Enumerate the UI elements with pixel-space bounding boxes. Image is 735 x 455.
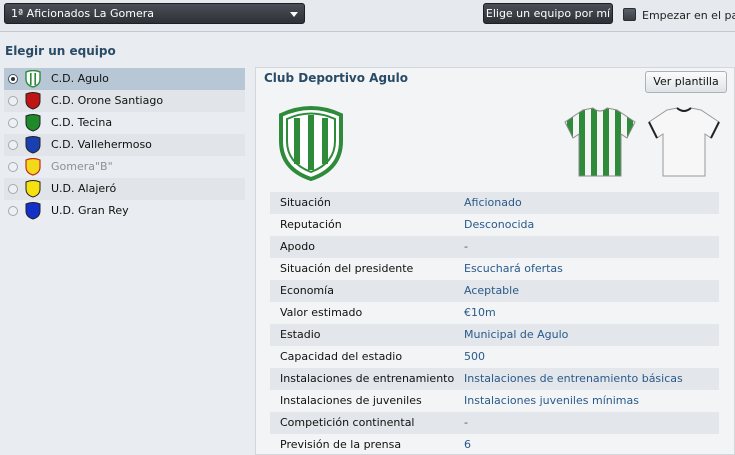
top-bar: 1ª Aficionados La Gomera Elige un equipo… [0, 0, 735, 32]
info-row: Estadio Municipal de Agulo [270, 324, 719, 346]
info-row: Capacidad del estadio 500 [270, 346, 719, 368]
info-key: Situación del presidente [280, 262, 414, 275]
info-row: Apodo - [270, 236, 719, 258]
chevron-down-icon [290, 12, 298, 17]
info-value: - [464, 240, 468, 253]
team-name: C.D. Vallehermoso [51, 138, 152, 151]
info-key: Instalaciones de entrenamiento [280, 372, 455, 385]
league-select-value: 1ª Aficionados La Gomera [11, 7, 154, 20]
info-key: Valor estimado [280, 306, 363, 319]
home-kit-icon [564, 107, 636, 177]
team-name: C.D. Agulo [51, 72, 109, 85]
info-value[interactable]: Instalaciones juveniles mínimas [464, 394, 639, 407]
info-key: Reputación [280, 218, 342, 231]
team-list: C.D. Agulo C.D. Orone Santiago C.D. Teci… [4, 68, 245, 222]
info-value[interactable]: €10m [464, 306, 496, 319]
league-select[interactable]: 1ª Aficionados La Gomera [4, 3, 305, 24]
start-unemployed-label: Empezar en el paro [642, 9, 735, 22]
info-row: Instalaciones de entrenamiento Instalacio… [270, 368, 719, 390]
team-name: Gomera"B" [51, 160, 113, 173]
yellow-crest-icon [25, 158, 41, 176]
info-row: Competición continental - [270, 412, 719, 434]
info-row: Situación Aficionado [270, 192, 719, 214]
club-crest-icon [279, 106, 343, 181]
info-value[interactable]: Aceptable [464, 284, 519, 297]
info-row: Economía Aceptable [270, 280, 719, 302]
away-kit-icon [648, 107, 720, 177]
info-key: Situación [280, 196, 331, 209]
team-name: U.D. Gran Rey [51, 204, 129, 217]
choose-team-title: Elegir un equipo [5, 44, 116, 58]
team-radio[interactable] [8, 206, 18, 216]
team-row-1[interactable]: C.D. Orone Santiago [4, 90, 245, 112]
info-key: Competición continental [280, 416, 415, 429]
team-name: C.D. Tecina [51, 116, 113, 129]
team-radio[interactable] [8, 96, 18, 106]
info-value[interactable]: Instalaciones de entrenamiento básicas [464, 372, 683, 385]
green-crest-icon [25, 114, 41, 132]
info-value[interactable]: 6 [464, 438, 471, 451]
info-key: Apodo [280, 240, 315, 253]
red-crest-icon [25, 92, 41, 110]
club-info-panel: Club Deportivo Agulo Ver plantilla Situa… [255, 67, 735, 455]
info-value[interactable]: Aficionado [464, 196, 522, 209]
info-row: Previsión de la prensa 6 [270, 434, 719, 455]
info-value[interactable]: Escuchará ofertas [464, 262, 563, 275]
team-row-3[interactable]: C.D. Vallehermoso [4, 134, 245, 156]
choose-team-for-me-button[interactable]: Elige un equipo por mí [483, 3, 613, 24]
club-info-table: Situación Aficionado Reputación Desconocid… [270, 192, 719, 455]
team-radio[interactable] [8, 162, 18, 172]
yellow-crest-icon [25, 180, 41, 198]
team-row-4[interactable]: Gomera"B" [4, 156, 245, 178]
start-unemployed-checkbox[interactable] [623, 8, 636, 21]
info-value[interactable]: Municipal de Agulo [464, 328, 568, 341]
info-value[interactable]: 500 [464, 350, 485, 363]
team-radio[interactable] [8, 74, 18, 84]
green-striped-crest-icon [25, 70, 41, 88]
info-row: Instalaciones de juveniles Instalaciones … [270, 390, 719, 412]
info-row: Valor estimado €10m [270, 302, 719, 324]
view-squad-button[interactable]: Ver plantilla [645, 71, 727, 93]
blue-crest-icon [25, 202, 41, 220]
info-key: Instalaciones de juveniles [280, 394, 422, 407]
team-row-5[interactable]: U.D. Alajeró [4, 178, 245, 200]
team-row-0[interactable]: C.D. Agulo [4, 68, 245, 90]
info-key: Estadio [280, 328, 321, 341]
team-name: U.D. Alajeró [51, 182, 117, 195]
info-key: Capacidad del estadio [280, 350, 403, 363]
team-row-2[interactable]: C.D. Tecina [4, 112, 245, 134]
team-name: C.D. Orone Santiago [51, 94, 164, 107]
team-row-6[interactable]: U.D. Gran Rey [4, 200, 245, 222]
team-radio[interactable] [8, 184, 18, 194]
info-key: Previsión de la prensa [280, 438, 402, 451]
blue-crest-icon [25, 136, 41, 154]
info-key: Economía [280, 284, 334, 297]
info-row: Situación del presidente Escuchará oferta… [270, 258, 719, 280]
team-radio[interactable] [8, 140, 18, 150]
info-value: - [464, 416, 468, 429]
club-name: Club Deportivo Agulo [264, 71, 408, 85]
team-radio[interactable] [8, 118, 18, 128]
info-value[interactable]: Desconocida [464, 218, 534, 231]
info-row: Reputación Desconocida [270, 214, 719, 236]
